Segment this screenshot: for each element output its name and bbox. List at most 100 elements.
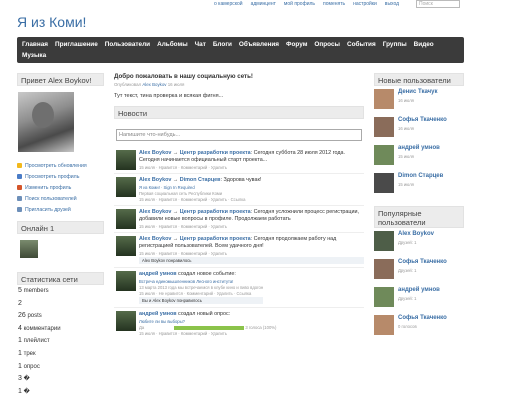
post-avatar[interactable] — [116, 271, 136, 291]
top-link[interactable]: выход — [385, 1, 399, 7]
post-actions[interactable]: 15 июля · Нравится · Комментарий · Удали… — [139, 224, 364, 229]
stat-item[interactable]: 4 комментарии — [17, 323, 104, 336]
event-title[interactable]: Встреча единомышленников Лесного институ… — [139, 279, 263, 284]
user-avatar[interactable] — [374, 173, 394, 193]
nav-item-invite[interactable]: Приглашение — [55, 40, 98, 49]
post-target[interactable]: Dimon Старцев — [180, 177, 221, 183]
welcome-title[interactable]: Добро пожаловать в нашу социальную сеть! — [114, 73, 364, 80]
top-links: о камерской админцент мой профиль поменя… — [214, 0, 399, 8]
welcome-meta: Опубликовал Alex Boykov 16 июля — [114, 82, 185, 87]
post-actions[interactable]: 15 июля · Нравится · Комментарий · Удали… — [139, 331, 276, 336]
top-link[interactable]: поменять — [323, 1, 345, 7]
poll-option: Да — [139, 325, 145, 330]
top-link[interactable]: админцент — [251, 1, 276, 7]
nav-item-albums[interactable]: Альбомы — [157, 40, 188, 49]
nav-item-groups[interactable]: Группы — [383, 40, 407, 49]
site-logo[interactable]: Я из Коми! — [17, 14, 86, 30]
post-avatar[interactable] — [116, 236, 136, 256]
user-avatar[interactable] — [374, 287, 394, 307]
user-item[interactable]: Софья Ткаченко Друзей: 1 — [374, 259, 464, 284]
nav-item-home[interactable]: Главная — [22, 40, 48, 49]
nav-item-users[interactable]: Пользователи — [105, 40, 150, 49]
menu-item-search-users[interactable]: Поиск пользователей — [17, 193, 104, 204]
user-item[interactable]: Dimon Старцев 15 июля — [374, 173, 464, 198]
stat-item[interactable]: 26 posts — [17, 310, 104, 323]
user-avatar[interactable] — [374, 315, 394, 335]
feed-post: Alex Boykov → Центр разработки проекта: … — [114, 233, 364, 268]
menu-item-edit-profile[interactable]: Изменить профиль — [17, 182, 104, 193]
stat-item[interactable]: 1 опрос — [17, 361, 104, 374]
news-title: Новости — [114, 106, 364, 119]
status-input[interactable]: Напишите что-нибудь... — [116, 129, 362, 141]
user-avatar[interactable] — [374, 89, 394, 109]
likes-bar[interactable]: Alex Boykov понравилось — [139, 257, 364, 264]
post-author[interactable]: Alex Boykov — [139, 209, 171, 215]
post-actions[interactable]: 15 июля · Не нравится · Комментарий · Уд… — [139, 291, 263, 296]
user-avatar[interactable] — [374, 231, 394, 251]
post-target[interactable]: Центр разработки проекта — [180, 209, 251, 215]
user-item[interactable]: Alex Boykov Друзей: 1 — [374, 231, 464, 256]
top-link[interactable]: о камерской — [214, 1, 243, 7]
main-nav: Главная Приглашение Пользователи Альбомы… — [17, 37, 464, 63]
author-link[interactable]: Alex Boykov — [142, 82, 166, 87]
nav-item-ads[interactable]: Объявления — [239, 40, 279, 49]
user-item[interactable]: Софья Ткаченко 16 июля — [374, 117, 464, 142]
top-search-input[interactable]: Поиск — [416, 0, 460, 8]
user-avatar[interactable] — [374, 259, 394, 279]
user-item[interactable]: Софья Ткаченко 0 голосов — [374, 315, 464, 340]
user-item[interactable]: андрей умнов 15 июля — [374, 145, 464, 170]
stat-item[interactable]: 1 плейлист — [17, 335, 104, 348]
link-desc: Первая социальная сеть Республики Коми — [139, 191, 223, 196]
post-avatar[interactable] — [116, 177, 136, 197]
stat-item[interactable]: 1 � — [17, 386, 104, 399]
user-item[interactable]: Денис Ткачук 16 июля — [374, 89, 464, 114]
nav-item-events[interactable]: События — [347, 40, 376, 49]
post-target[interactable]: Центр разработки проекта — [180, 236, 251, 242]
profile-avatar[interactable] — [18, 92, 74, 152]
post-avatar[interactable] — [116, 150, 136, 170]
nav-item-polls[interactable]: Опросы — [314, 40, 340, 49]
post-actions[interactable]: 15 июля · Нравится · Комментарий · Удали… — [139, 251, 364, 256]
stat-item[interactable]: 3 � — [17, 373, 104, 386]
nav-item-chat[interactable]: Чат — [195, 40, 206, 49]
nav-item-forum[interactable]: Форум — [286, 40, 307, 49]
news-feed: Alex Boykov → Центр разработки проекта: … — [114, 147, 364, 339]
post-author[interactable]: Alex Boykov — [139, 236, 171, 242]
poll-question[interactable]: Любите ли вы выборы? — [139, 319, 276, 324]
menu-item-view-profile[interactable]: Просмотреть профиль — [17, 171, 104, 182]
feed-post: Alex Boykov → Центр разработки проекта: … — [114, 147, 364, 174]
link-title[interactable]: Я из Коми! · Sign In Required — [139, 185, 261, 190]
post-avatar[interactable] — [116, 209, 136, 229]
online-user-avatar[interactable] — [20, 240, 38, 258]
menu-item-updates[interactable]: Просмотреть обновления — [17, 160, 104, 171]
user-avatar[interactable] — [374, 117, 394, 137]
post-author[interactable]: Alex Boykov — [139, 177, 171, 183]
event-desc: 13 марта 2013 года мы встречаемся в клуб… — [139, 285, 264, 290]
post-avatar[interactable] — [116, 311, 136, 331]
top-link[interactable]: настройки — [353, 1, 377, 7]
user-avatar[interactable] — [374, 145, 394, 165]
stat-item[interactable]: 5 members — [17, 285, 104, 298]
left-sidebar: Привет Alex Boykov! Просмотреть обновлен… — [17, 73, 104, 398]
post-author[interactable]: андрей умнов — [139, 311, 177, 317]
stat-item[interactable]: 2 — [17, 298, 104, 311]
nav-item-video[interactable]: Видео — [414, 40, 434, 49]
post-actions[interactable]: 15 июля · Нравится · Комментарий · Удали… — [139, 197, 261, 202]
popular-title: Популярные пользователи — [374, 206, 464, 228]
stat-item[interactable]: 1 трек — [17, 348, 104, 361]
post-author[interactable]: Alex Boykov — [139, 150, 171, 156]
online-title: Онлайн 1 — [17, 221, 104, 234]
post-target[interactable]: Центр разработки проекта — [180, 150, 251, 156]
poll-bar — [174, 325, 245, 330]
likes-bar[interactable]: Вы и Alex Boykov понравилось — [139, 297, 264, 304]
menu-item-invite[interactable]: Пригласить друзей — [17, 204, 104, 215]
right-sidebar: Новые пользователи Денис Ткачук 16 июля С… — [374, 73, 464, 340]
feed-post: андрей умнов создал новое событие: Встре… — [114, 268, 364, 308]
nav-item-blogs[interactable]: Блоги — [213, 40, 232, 49]
top-link[interactable]: мой профиль — [284, 1, 315, 7]
user-item[interactable]: андрей умнов Друзей: 1 — [374, 287, 464, 312]
post-author[interactable]: андрей умнов — [139, 271, 177, 277]
nav-item-music[interactable]: Музыка — [22, 51, 46, 60]
stats-title: Статистика сети — [17, 272, 104, 285]
post-actions[interactable]: 15 июля · Нравится · Комментарий · Удали… — [139, 165, 364, 170]
